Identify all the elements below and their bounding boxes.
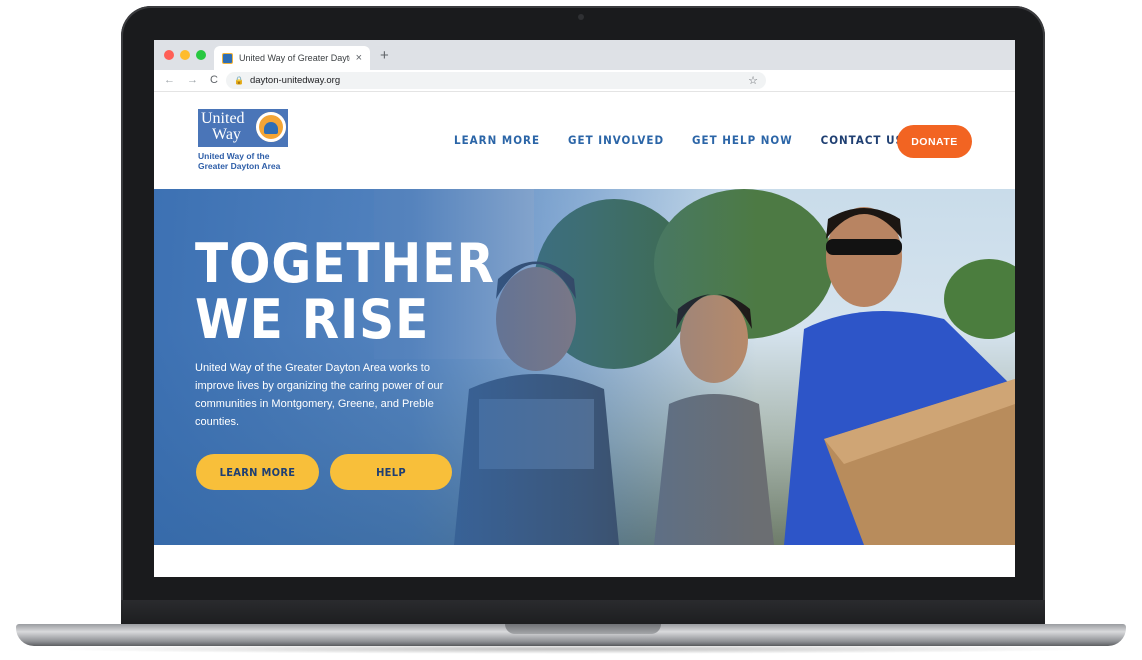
- lock-icon: 🔒: [234, 76, 244, 85]
- url-text[interactable]: dayton-unitedway.org: [250, 75, 742, 86]
- browser-tab[interactable]: United Way of Greater Dayton ×: [214, 46, 370, 70]
- laptop-shadow: [40, 644, 1102, 654]
- nav-learn-more[interactable]: LEARN MORE: [454, 133, 540, 147]
- camera: [578, 14, 584, 20]
- reload-icon[interactable]: C: [210, 74, 218, 86]
- laptop-mockup: United Way of Greater Dayton × + ← → C 🔒…: [0, 0, 1142, 660]
- minimize-window-button[interactable]: [180, 50, 190, 60]
- browser-window: United Way of Greater Dayton × + ← → C 🔒…: [154, 40, 1015, 577]
- nav-get-help-now[interactable]: GET HELP NOW: [692, 133, 793, 147]
- bookmark-star-icon[interactable]: ☆: [748, 74, 758, 87]
- new-tab-icon[interactable]: +: [380, 48, 389, 63]
- nav-buttons: ← → C: [164, 74, 218, 86]
- hero-help-button[interactable]: HELP: [330, 454, 452, 490]
- nav-get-involved[interactable]: GET INVOLVED: [568, 133, 664, 147]
- tab-close-icon[interactable]: ×: [356, 52, 362, 64]
- logo-subtitle-line1: United Way of the: [198, 151, 270, 161]
- tab-bar: United Way of Greater Dayton × +: [154, 40, 1015, 70]
- close-window-button[interactable]: [164, 50, 174, 60]
- logo-subtitle-line2: Greater Dayton Area: [198, 161, 281, 171]
- site-header: United Way United Way of the Greater Day…: [154, 93, 1015, 189]
- maximize-window-button[interactable]: [196, 50, 206, 60]
- nav-contact-us[interactable]: CONTACT US: [821, 133, 904, 147]
- main-nav: LEARN MORE GET INVOLVED GET HELP NOW CON…: [454, 133, 904, 147]
- logo-way-text: Way: [212, 126, 241, 143]
- laptop-notch: [505, 624, 661, 634]
- back-icon[interactable]: ←: [164, 74, 175, 86]
- tab-title: United Way of Greater Dayton: [239, 53, 350, 63]
- page-content-area: [154, 545, 1015, 577]
- hero-heading-line2: WE RISE: [195, 288, 430, 351]
- forward-icon[interactable]: →: [187, 74, 198, 86]
- window-controls: [164, 50, 206, 60]
- browser-toolbar: ← → C 🔒 dayton-unitedway.org ☆: [154, 70, 1015, 92]
- logo-subtitle: United Way of the Greater Dayton Area: [198, 151, 298, 171]
- hand-icon: [264, 122, 278, 134]
- address-bar[interactable]: 🔒 dayton-unitedway.org ☆: [226, 72, 766, 89]
- hero-section: TOGETHER WE RISE United Way of the Great…: [154, 189, 1015, 545]
- hero-learn-more-button[interactable]: LEARN MORE: [196, 454, 319, 490]
- hero-heading: TOGETHER WE RISE: [195, 236, 495, 348]
- donate-button[interactable]: DONATE: [897, 125, 972, 158]
- logo-mark: United Way: [198, 109, 288, 147]
- site-logo[interactable]: United Way United Way of the Greater Day…: [198, 109, 298, 171]
- hero-heading-line1: TOGETHER: [195, 232, 495, 295]
- logo-united-text: United: [201, 110, 245, 127]
- favicon-icon: [222, 52, 233, 64]
- hero-description: United Way of the Greater Dayton Area wo…: [195, 362, 444, 428]
